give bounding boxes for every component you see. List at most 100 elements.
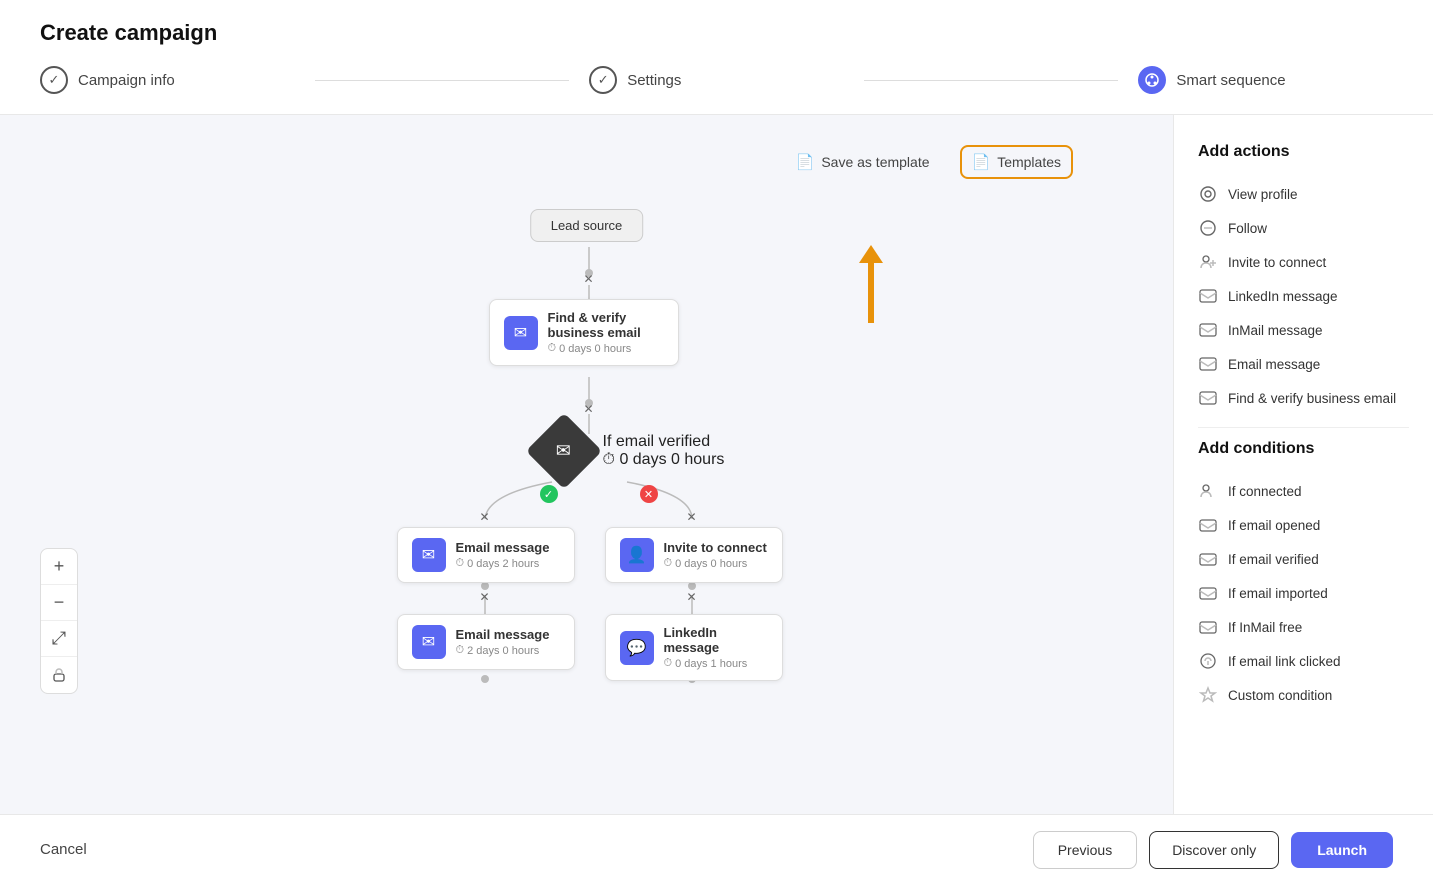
email-message-2-text: Email message ⏱ 2 days 0 hours xyxy=(456,627,550,657)
flow-inner: Lead source ✕ ✉ Find & verify business e… xyxy=(337,199,837,699)
diamond-node[interactable]: ✉ xyxy=(525,413,601,489)
templates-button[interactable]: 📄 Templates xyxy=(960,145,1074,179)
action-linkedin-message-label: LinkedIn message xyxy=(1228,289,1338,304)
condition-if-email-verified[interactable]: If email verified xyxy=(1198,542,1409,576)
step-smart-sequence-label: Smart sequence xyxy=(1176,72,1285,89)
x-mark-left-branch: ✕ xyxy=(479,510,489,524)
inmail-icon xyxy=(1198,320,1218,340)
condition-if-connected-label: If connected xyxy=(1228,484,1302,499)
x-mark-below-invite: ✕ xyxy=(686,590,696,604)
condition-if-connected[interactable]: If connected xyxy=(1198,474,1409,508)
add-conditions-title: Add conditions xyxy=(1198,440,1409,458)
condition-if-email-imported[interactable]: If email imported xyxy=(1198,576,1409,610)
email-message-1-text: Email message ⏱ 0 days 2 hours xyxy=(456,540,550,570)
invite-to-connect-title: Invite to connect xyxy=(664,540,767,555)
email-message-2-title: Email message xyxy=(456,627,550,642)
zoom-out-button[interactable]: − xyxy=(41,585,77,621)
page: Create campaign ✓ Campaign info ✓ Settin… xyxy=(0,0,1433,885)
right-panel: Add actions View profile Follow Invite t… xyxy=(1173,115,1433,814)
save-as-template-button[interactable]: 📄 Save as template xyxy=(786,147,940,177)
zoom-controls: + − ⤢ xyxy=(40,548,78,694)
action-view-profile-label: View profile xyxy=(1228,187,1298,202)
check-badge: ✓ xyxy=(540,485,558,503)
condition-if-email-verified-label: If email verified xyxy=(1228,552,1319,567)
panel-divider xyxy=(1198,427,1409,428)
custom-condition-icon xyxy=(1198,685,1218,705)
previous-button[interactable]: Previous xyxy=(1033,831,1137,869)
launch-button[interactable]: Launch xyxy=(1291,832,1393,868)
step-smart-sequence: Smart sequence xyxy=(1138,66,1393,94)
lead-source-node[interactable]: Lead source xyxy=(530,209,644,242)
footer-right: Previous Discover only Launch xyxy=(1033,831,1393,869)
action-view-profile[interactable]: View profile xyxy=(1198,177,1409,211)
x-mark-right-branch: ✕ xyxy=(686,510,696,524)
action-follow[interactable]: Follow xyxy=(1198,211,1409,245)
toolbar: 📄 Save as template 📄 Templates xyxy=(40,145,1133,179)
x-badge: ✕ xyxy=(640,485,658,503)
find-verify-icon: ✉ xyxy=(504,316,538,350)
action-inmail-message[interactable]: InMail message xyxy=(1198,313,1409,347)
steps-bar: ✓ Campaign info ✓ Settings Smart sequenc… xyxy=(40,66,1393,94)
step-campaign-info-label: Campaign info xyxy=(78,72,175,89)
template-icon: 📄 xyxy=(972,153,991,171)
action-invite-to-connect[interactable]: Invite to connect xyxy=(1198,245,1409,279)
find-verify-panel-icon xyxy=(1198,388,1218,408)
header: Create campaign ✓ Campaign info ✓ Settin… xyxy=(0,0,1433,115)
templates-label: Templates xyxy=(997,154,1061,170)
condition-custom-condition[interactable]: Custom condition xyxy=(1198,678,1409,712)
lock-button[interactable] xyxy=(41,657,77,693)
if-email-verified-title: If email verified xyxy=(603,433,725,451)
email-message-1-node[interactable]: ✉ Email message ⏱ 0 days 2 hours xyxy=(397,527,575,583)
x-mark-2: ✕ xyxy=(583,402,593,416)
find-verify-text: Find & verify business email ⏱ 0 days 0 … xyxy=(548,310,664,355)
step-campaign-info-icon: ✓ xyxy=(40,66,68,94)
linkedin-message-panel-icon xyxy=(1198,286,1218,306)
condition-if-inmail-free-label: If InMail free xyxy=(1228,620,1302,635)
cancel-button[interactable]: Cancel xyxy=(40,841,87,858)
if-email-verified-wrapper: ✉ If email verified ⏱ 0 days 0 hours xyxy=(537,424,777,478)
action-follow-label: Follow xyxy=(1228,221,1267,236)
diamond-icon: ✉ xyxy=(556,441,571,462)
action-find-verify[interactable]: Find & verify business email xyxy=(1198,381,1409,415)
linkedin-message-node[interactable]: 💬 LinkedIn message ⏱ 0 days 1 hours xyxy=(605,614,783,681)
action-linkedin-message[interactable]: LinkedIn message xyxy=(1198,279,1409,313)
condition-if-inmail-free[interactable]: If InMail free xyxy=(1198,610,1409,644)
email-message-1-title: Email message xyxy=(456,540,550,555)
linkedin-message-text: LinkedIn message ⏱ 0 days 1 hours xyxy=(664,625,768,670)
footer: Cancel Previous Discover only Launch xyxy=(0,814,1433,885)
flow-diagram: Lead source ✕ ✉ Find & verify business e… xyxy=(40,199,1133,784)
email-message-1-icon: ✉ xyxy=(412,538,446,572)
page-title: Create campaign xyxy=(40,20,1393,46)
find-verify-node[interactable]: ✉ Find & verify business email ⏱ 0 days … xyxy=(489,299,679,366)
find-verify-title: Find & verify business email xyxy=(548,310,664,340)
action-inmail-label: InMail message xyxy=(1228,323,1323,338)
x-mark-below-email1: ✕ xyxy=(479,590,489,604)
add-actions-title: Add actions xyxy=(1198,143,1409,161)
if-email-verified-text: If email verified ⏱ 0 days 0 hours xyxy=(603,433,725,469)
discover-only-button[interactable]: Discover only xyxy=(1149,831,1279,869)
email-message-2-icon: ✉ xyxy=(412,625,446,659)
action-email-message[interactable]: Email message xyxy=(1198,347,1409,381)
step-smart-sequence-icon xyxy=(1138,66,1166,94)
condition-if-email-opened-label: If email opened xyxy=(1228,518,1320,533)
step-divider-1 xyxy=(315,80,570,81)
condition-if-email-opened[interactable]: If email opened xyxy=(1198,508,1409,542)
view-profile-icon xyxy=(1198,184,1218,204)
email-message-1-subtitle: ⏱ 0 days 2 hours xyxy=(456,557,550,570)
x-mark-1: ✕ xyxy=(583,272,593,286)
document-icon: 📄 xyxy=(796,153,815,171)
condition-if-email-link-clicked[interactable]: If email link clicked xyxy=(1198,644,1409,678)
condition-if-email-link-clicked-label: If email link clicked xyxy=(1228,654,1341,669)
canvas-area: 📄 Save as template 📄 Templates xyxy=(0,115,1173,814)
action-invite-connect-label: Invite to connect xyxy=(1228,255,1326,270)
email-message-2-subtitle: ⏱ 2 days 0 hours xyxy=(456,644,550,657)
step-settings-icon: ✓ xyxy=(589,66,617,94)
fit-button[interactable]: ⤢ xyxy=(41,621,77,657)
email-message-2-node[interactable]: ✉ Email message ⏱ 2 days 0 hours xyxy=(397,614,575,670)
if-email-verified-subtitle: ⏱ 0 days 0 hours xyxy=(603,451,725,469)
main-content: 📄 Save as template 📄 Templates xyxy=(0,115,1433,814)
zoom-in-button[interactable]: + xyxy=(41,549,77,585)
step-settings: ✓ Settings xyxy=(589,66,844,94)
invite-to-connect-node[interactable]: 👤 Invite to connect ⏱ 0 days 0 hours xyxy=(605,527,783,583)
if-email-opened-icon xyxy=(1198,515,1218,535)
